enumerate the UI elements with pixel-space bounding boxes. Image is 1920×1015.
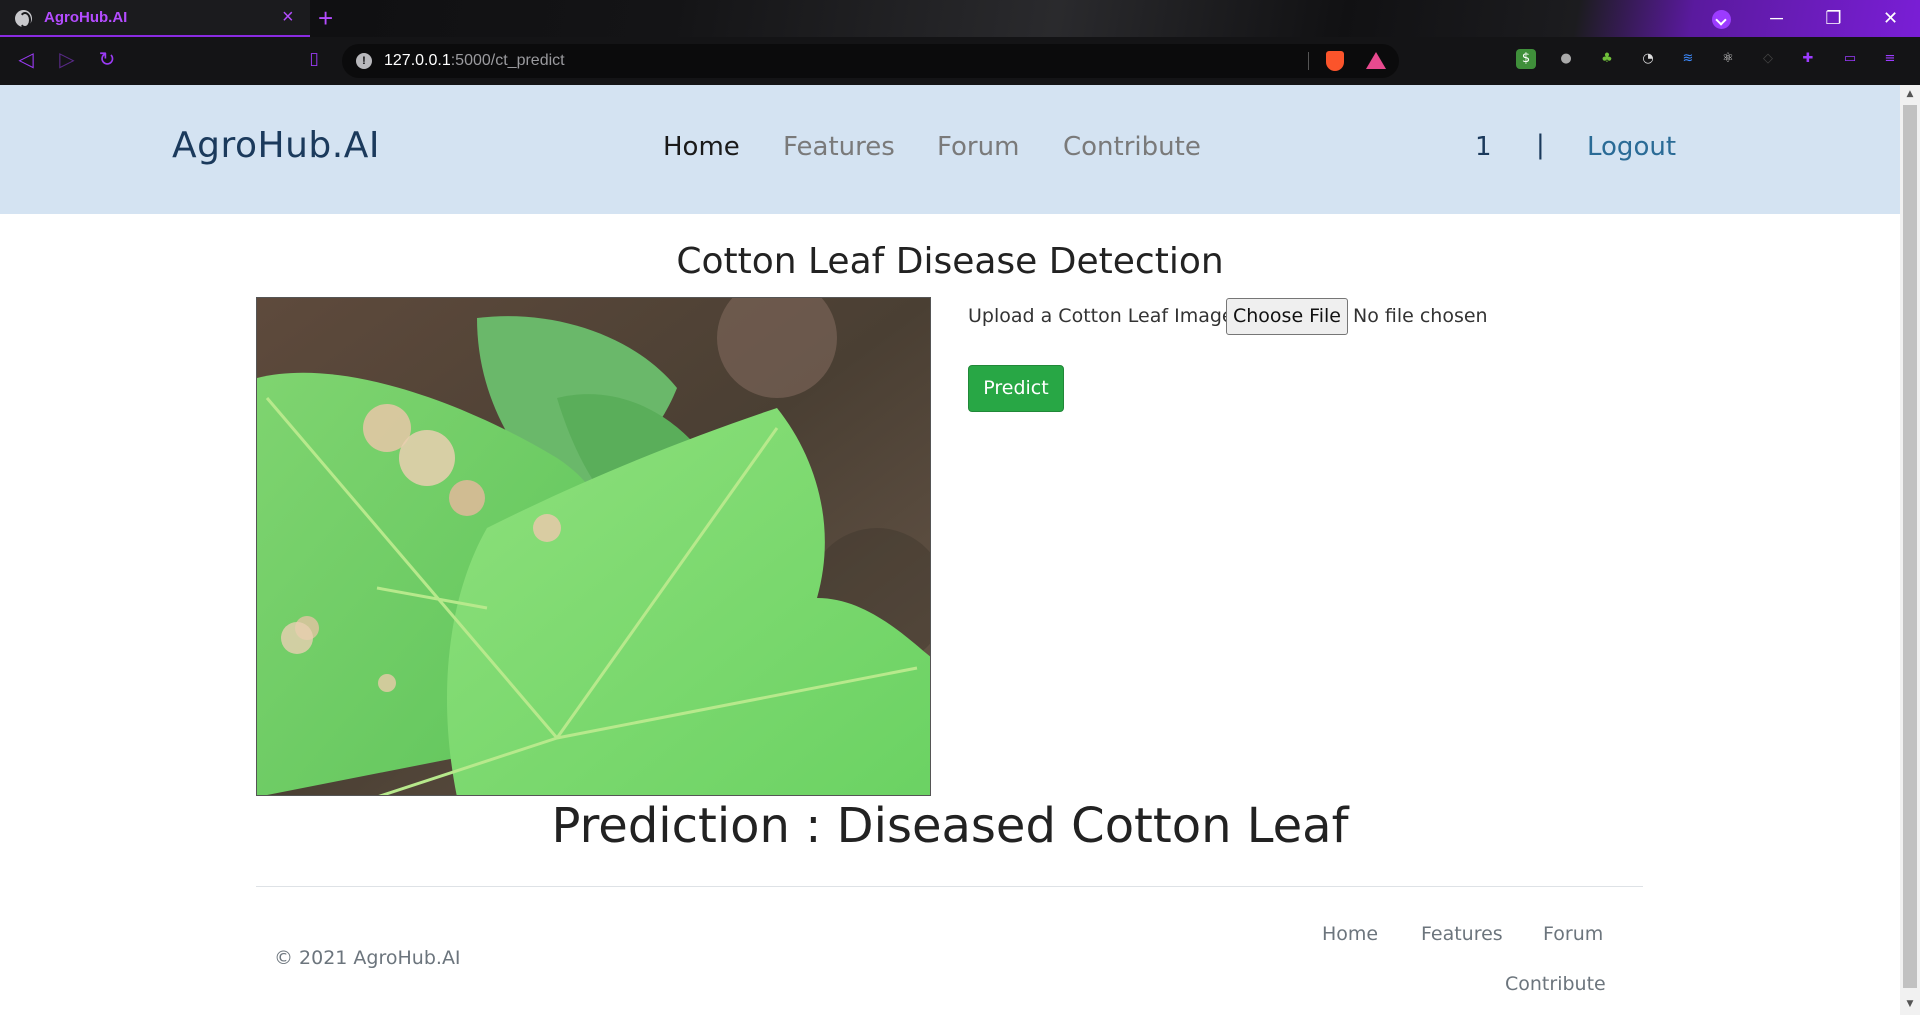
extensions-icon[interactable]: ✚ [1798, 49, 1818, 69]
tab-close-button[interactable]: × [282, 6, 294, 28]
file-status-text: No file chosen [1353, 305, 1488, 327]
profile-menu-icon[interactable] [1712, 10, 1731, 29]
footer-home-link[interactable]: Home [1322, 923, 1378, 945]
scroll-down-arrow-icon[interactable]: ▼ [1900, 995, 1920, 1013]
nav-divider: | [1536, 130, 1545, 160]
scroll-up-arrow-icon[interactable]: ▲ [1900, 85, 1920, 103]
copyright-text: © 2021 AgroHub.AI [274, 947, 461, 969]
extension-wave-icon[interactable]: ≋ [1678, 49, 1698, 69]
window-close-button[interactable]: ✕ [1862, 0, 1919, 37]
info-icon[interactable]: ! [356, 53, 372, 69]
footer-divider [256, 886, 1643, 887]
nav-features-link[interactable]: Features [783, 132, 895, 162]
new-tab-button[interactable]: + [318, 3, 333, 33]
menu-icon[interactable]: ≡ [1880, 49, 1900, 69]
bookmark-icon[interactable]: ▯ [302, 47, 326, 71]
page-content: AgroHub.AI Home Features Forum Contribut… [0, 85, 1900, 1015]
browser-toolbar: ◁ ▷ ↻ ▯ ! 127.0.0.1:5000/ct_predict [0, 37, 1920, 85]
nav-home-link[interactable]: Home [663, 132, 740, 162]
wallet-icon[interactable]: ▭ [1840, 49, 1860, 69]
minimize-button[interactable]: ─ [1748, 0, 1805, 37]
url-divider [1308, 52, 1309, 70]
tab-title: AgroHub.AI [44, 9, 128, 26]
reload-icon[interactable]: ↻ [95, 47, 119, 71]
forward-icon[interactable]: ▷ [55, 47, 79, 71]
extension-code-icon[interactable]: ◇ [1758, 49, 1778, 69]
extension-react-icon[interactable]: ⚛ [1718, 49, 1738, 69]
url-text[interactable]: 127.0.0.1:5000/ct_predict [384, 52, 565, 70]
brave-shield-icon[interactable] [1326, 51, 1344, 71]
upload-label: Upload a Cotton Leaf Image: [968, 305, 1241, 327]
page-scrollbar[interactable]: ▲ ▼ [1900, 85, 1920, 1015]
extension-dollar-icon[interactable]: $ [1516, 49, 1536, 69]
globe-icon [15, 10, 32, 28]
nav-contribute-link[interactable]: Contribute [1063, 132, 1201, 162]
browser-tab-bar: AgroHub.AI × + ─ ❐ ✕ [0, 0, 1920, 37]
page-title: Cotton Leaf Disease Detection [676, 241, 1224, 282]
extension-gauge-icon[interactable]: ◔ [1638, 49, 1658, 69]
predict-button[interactable]: Predict [968, 365, 1064, 412]
back-icon[interactable]: ◁ [14, 47, 38, 71]
cotton-leaf-image [256, 297, 931, 796]
brand-logo[interactable]: AgroHub.AI [172, 125, 380, 166]
footer-contribute-link[interactable]: Contribute [1505, 973, 1606, 995]
extension-mouse-icon[interactable]: ● [1556, 49, 1576, 69]
footer-features-link[interactable]: Features [1421, 923, 1503, 945]
footer-forum-link[interactable]: Forum [1543, 923, 1603, 945]
user-id-label: 1 [1475, 132, 1492, 162]
browser-tab[interactable]: AgroHub.AI × [0, 0, 310, 37]
extension-tree-icon[interactable]: ♣ [1597, 49, 1617, 69]
choose-file-button[interactable]: Choose File [1226, 298, 1348, 335]
restore-button[interactable]: ❐ [1805, 0, 1862, 37]
site-header: AgroHub.AI Home Features Forum Contribut… [0, 85, 1900, 214]
brave-rewards-icon[interactable] [1366, 52, 1386, 69]
nav-forum-link[interactable]: Forum [937, 132, 1019, 162]
scroll-thumb[interactable] [1903, 105, 1917, 988]
logout-link[interactable]: Logout [1587, 132, 1676, 162]
address-bar[interactable]: ! 127.0.0.1:5000/ct_predict [342, 44, 1399, 78]
prediction-result: Prediction : Diseased Cotton Leaf [551, 798, 1349, 854]
